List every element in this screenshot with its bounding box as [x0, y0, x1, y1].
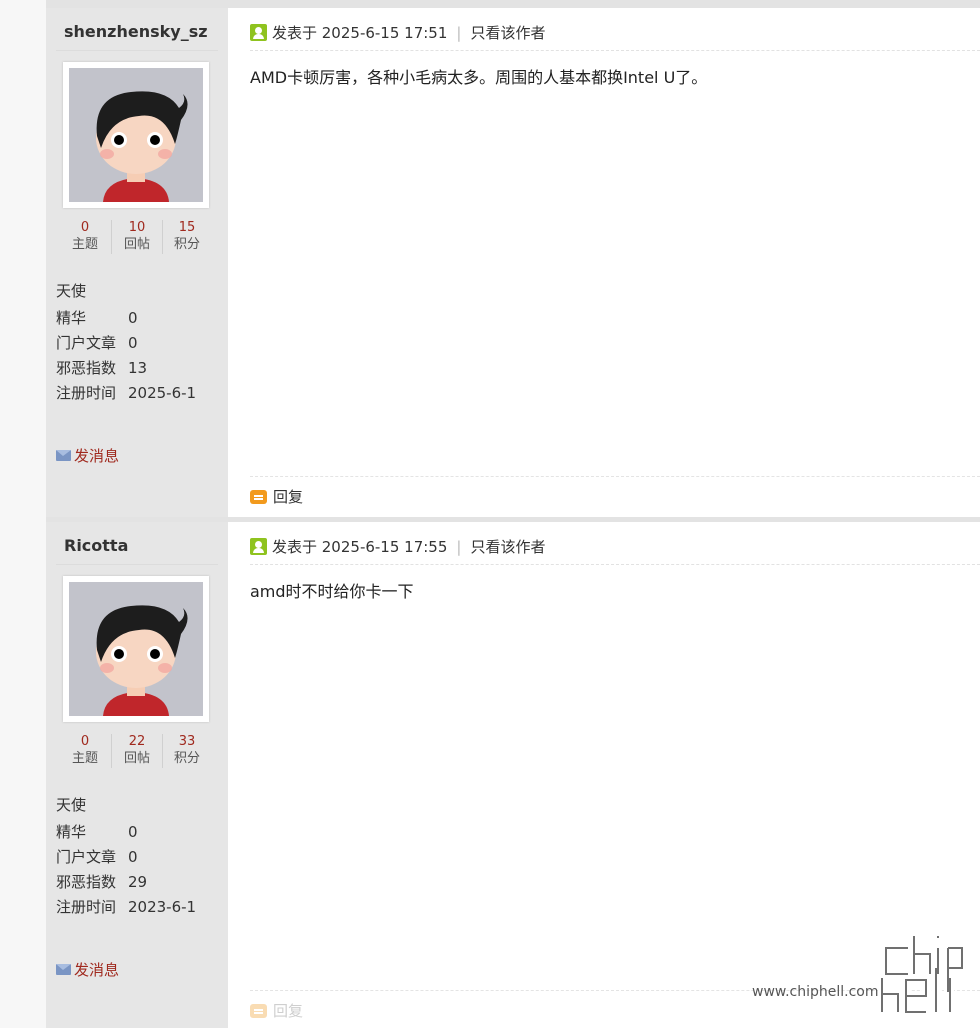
- avatar-image: [69, 68, 203, 202]
- stat-value: 15: [178, 220, 196, 235]
- reply-label: 回复: [273, 488, 304, 506]
- stat-threads[interactable]: 0 主题: [60, 734, 110, 768]
- stat-points[interactable]: 15 积分: [162, 220, 212, 254]
- info-key: 注册时间: [56, 898, 117, 916]
- reply-icon: [250, 490, 267, 504]
- info-value: 13: [128, 359, 148, 377]
- mail-icon: [56, 964, 71, 975]
- post-content: AMD卡顿厉害，各种小毛病太多。周围的人基本都换Intel U了。: [250, 68, 708, 87]
- stat-label: 主题: [71, 237, 98, 252]
- info-key: 注册时间: [56, 384, 117, 402]
- divider: |: [456, 24, 462, 42]
- divider: |: [456, 538, 462, 556]
- reply-button[interactable]: 回复: [250, 486, 303, 507]
- stat-value: 0: [80, 734, 90, 749]
- stat-value: 22: [128, 734, 146, 749]
- info-key: 精华: [56, 823, 87, 841]
- author-sidebar: Ricotta 0 主题 22 回帖 33 积分 天使 精华 0 门户文章 0 …: [46, 522, 228, 1028]
- post-timestamp: 发表于 2025-6-15 17:51: [272, 24, 448, 42]
- send-message-label: 发消息: [74, 961, 120, 979]
- post-body: 发表于 2025-6-15 17:51 | 只看该作者 AMD卡顿厉害，各种小毛病太…: [228, 8, 980, 517]
- post-separator: [46, 0, 980, 8]
- avatar[interactable]: [63, 576, 209, 722]
- stat-value: 0: [80, 220, 90, 235]
- author-info: 精华 0 门户文章 0 邪恶指数 13 注册时间 2025-6-1: [56, 306, 196, 406]
- post-content: amd时不时给你卡一下: [250, 582, 414, 601]
- only-author-link[interactable]: 只看该作者: [470, 24, 545, 42]
- divider: [250, 564, 980, 565]
- stat-threads[interactable]: 0 主题: [60, 220, 110, 254]
- post-timestamp: 发表于 2025-6-15 17:55: [272, 538, 448, 556]
- stat-label: 回帖: [123, 237, 150, 252]
- avatar-image: [69, 582, 203, 716]
- info-value: 0: [128, 309, 138, 327]
- send-message-label: 发消息: [74, 447, 120, 465]
- author-stats: 0 主题 22 回帖 33 积分: [60, 734, 212, 774]
- watermark-url: www.chiphell.com: [752, 984, 879, 1000]
- stat-label: 主题: [71, 751, 98, 766]
- reply-icon: [250, 1004, 267, 1018]
- author-rank[interactable]: 天使: [56, 794, 86, 815]
- stat-label: 积分: [173, 237, 200, 252]
- divider: [56, 50, 218, 51]
- user-icon: [250, 24, 267, 41]
- info-row: 邪恶指数 29: [56, 870, 196, 895]
- info-value: 2023-6-1: [128, 898, 197, 916]
- chiphell-watermark: www.chiphell.com: [750, 908, 980, 1018]
- info-row: 精华 0: [56, 820, 196, 845]
- info-row: 注册时间 2023-6-1: [56, 895, 196, 920]
- info-value: 2025-6-1: [128, 384, 197, 402]
- stat-points[interactable]: 33 积分: [162, 734, 212, 768]
- divider: [250, 50, 980, 51]
- stat-label: 回帖: [123, 751, 150, 766]
- info-key: 邪恶指数: [56, 359, 117, 377]
- stat-replies[interactable]: 10 回帖: [111, 220, 163, 254]
- stat-value: 33: [178, 734, 196, 749]
- stat-replies[interactable]: 22 回帖: [111, 734, 163, 768]
- send-message-link[interactable]: 发消息: [56, 959, 119, 980]
- author-rank[interactable]: 天使: [56, 280, 86, 301]
- send-message-link[interactable]: 发消息: [56, 445, 119, 466]
- author-sidebar: shenzhensky_sz 0 主题 10 回帖 15 积分 天使 精华 0 …: [46, 8, 228, 517]
- info-value: 0: [128, 823, 138, 841]
- info-row: 精华 0: [56, 306, 196, 331]
- info-row: 门户文章 0: [56, 331, 196, 356]
- reply-button[interactable]: 回复: [250, 1000, 303, 1021]
- post-1: shenzhensky_sz 0 主题 10 回帖 15 积分 天使 精华 0 …: [46, 0, 980, 517]
- divider: [56, 564, 218, 565]
- stat-value: 10: [128, 220, 146, 235]
- only-author-link[interactable]: 只看该作者: [470, 538, 545, 556]
- author-stats: 0 主题 10 回帖 15 积分: [60, 220, 212, 260]
- divider: [250, 476, 980, 477]
- info-row: 邪恶指数 13: [56, 356, 196, 381]
- info-value: 0: [128, 848, 138, 866]
- user-icon: [250, 538, 267, 555]
- info-key: 门户文章: [56, 334, 117, 352]
- author-info: 精华 0 门户文章 0 邪恶指数 29 注册时间 2023-6-1: [56, 820, 196, 920]
- info-key: 邪恶指数: [56, 873, 117, 891]
- avatar[interactable]: [63, 62, 209, 208]
- stat-label: 积分: [173, 751, 200, 766]
- author-username[interactable]: Ricotta: [64, 536, 128, 555]
- mail-icon: [56, 450, 71, 461]
- info-value: 29: [128, 873, 148, 891]
- info-value: 0: [128, 334, 138, 352]
- info-key: 精华: [56, 309, 87, 327]
- post-header: 发表于 2025-6-15 17:51 | 只看该作者: [250, 22, 545, 43]
- post-header: 发表于 2025-6-15 17:55 | 只看该作者: [250, 536, 545, 557]
- info-key: 门户文章: [56, 848, 117, 866]
- reply-label: 回复: [273, 1002, 304, 1020]
- chiphell-logo: [878, 932, 966, 1016]
- info-row: 门户文章 0: [56, 845, 196, 870]
- info-row: 注册时间 2025-6-1: [56, 381, 196, 406]
- author-username[interactable]: shenzhensky_sz: [64, 22, 208, 41]
